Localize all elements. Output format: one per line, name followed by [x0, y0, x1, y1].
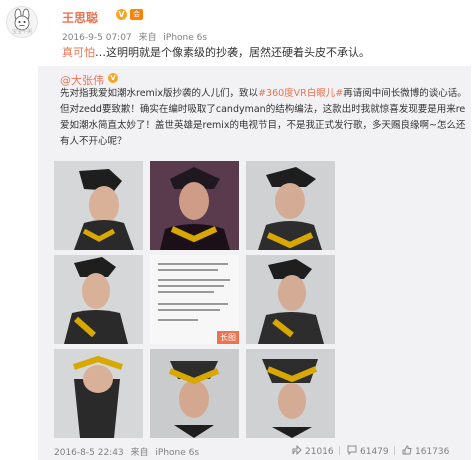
post-text: 真可怕…这明明就是个像素级的抄袭，居然还硬着头皮不承认。 [62, 44, 370, 60]
repost-source: iPhone 6s [155, 448, 200, 458]
comment-button[interactable]: 61479 [347, 445, 389, 457]
photo-thumbnail[interactable] [54, 349, 143, 438]
like-button[interactable]: 161736 [402, 445, 449, 457]
share-icon [292, 444, 302, 456]
post-meta: 2016-9-5 07:07 来自 iPhone 6s [62, 30, 211, 43]
photo-thumbnail[interactable] [150, 349, 239, 438]
comment-icon [347, 445, 357, 456]
comment-count: 61479 [360, 447, 389, 457]
long-image-badge: 长图 [217, 331, 239, 344]
member-icon: 会 [130, 9, 143, 20]
repost-verified-badge: V [108, 73, 118, 83]
like-icon [402, 445, 412, 455]
post-text-body: …这明明就是个像素级的抄袭，居然还硬着头皮不承认。 [95, 46, 370, 59]
repost-text: 先对指我爱如潮水remix版抄袭的人儿们，致以#360度VR白眼儿#再请阅中间长… [60, 86, 468, 150]
like-count: 161736 [415, 447, 450, 457]
repost-source-prefix: 来自 [130, 448, 149, 458]
avatar[interactable]: 宝宝不哭 [6, 6, 38, 38]
photo-grid: 长图 [54, 161, 335, 438]
verified-badge: V [116, 9, 127, 20]
photo-thumbnail[interactable] [54, 161, 143, 250]
weibo-post: 宝宝不哭 王思聪 V 会 2016-9-5 07:07 来自 iPhone 6s… [0, 0, 474, 460]
photo-thumbnail[interactable] [150, 161, 239, 250]
photo-thumbnail[interactable] [246, 255, 335, 344]
post-text-highlight: 真可怕 [62, 46, 95, 59]
source-prefix: 来自 [138, 33, 157, 43]
repost-meta: 2016-8-5 22:43 来自 iPhone 6s [54, 445, 203, 458]
avatar-caption: 宝宝不哭 [11, 29, 32, 35]
repost-text-part1: 先对指我爱如潮水remix版抄袭的人儿们，致以 [60, 88, 259, 99]
username[interactable]: 王思聪 [62, 9, 98, 26]
photo-thumbnail[interactable] [246, 161, 335, 250]
photo-thumbnail[interactable] [54, 255, 143, 344]
repost-time[interactable]: 2016-8-5 22:43 [54, 448, 124, 458]
post-time[interactable]: 2016-9-5 07:07 [62, 33, 132, 43]
post-source: iPhone 6s [163, 33, 208, 43]
divider [339, 446, 340, 455]
share-count: 21016 [305, 447, 334, 457]
photo-thumbnail[interactable] [246, 349, 335, 438]
share-button[interactable]: 21016 [292, 444, 334, 457]
long-image-thumbnail[interactable]: 长图 [150, 255, 239, 344]
topic-link[interactable]: #360度VR白眼儿# [258, 88, 343, 99]
divider [394, 446, 395, 455]
